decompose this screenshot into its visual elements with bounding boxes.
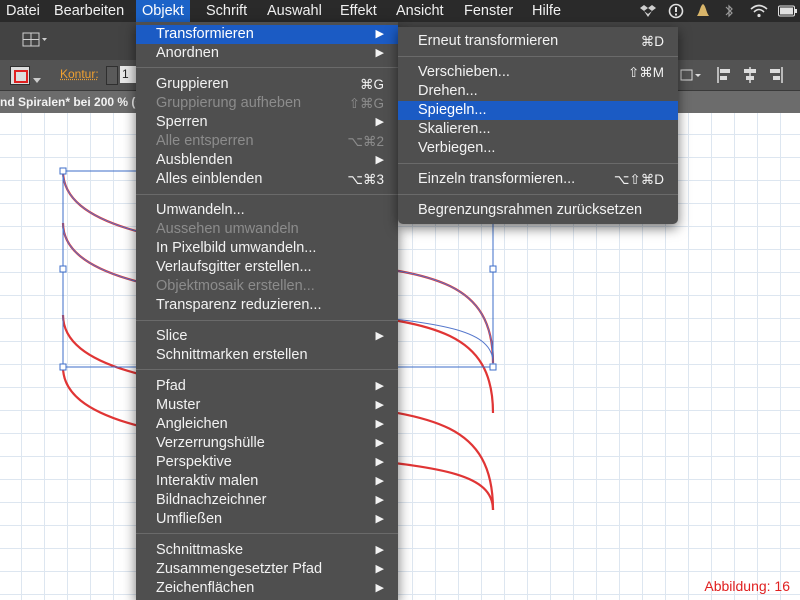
kontur-value[interactable]: 1	[120, 66, 136, 83]
menu-separator	[136, 67, 398, 68]
submenu-arrow-icon: ▶	[375, 154, 384, 166]
menu-item-ausblenden[interactable]: Ausblenden ▶	[136, 151, 398, 170]
submenu-arrow-icon: ▶	[375, 563, 384, 575]
menu-item-slice[interactable]: Slice ▶	[136, 327, 398, 346]
menu-item-drehen[interactable]: Drehen...	[398, 82, 678, 101]
menu-item-schnittmaske[interactable]: Schnittmaske ▶	[136, 541, 398, 560]
menu-item-erneut-transformieren[interactable]: Erneut transformieren ⌘D	[398, 32, 678, 51]
menu-item-begrenzungsrahmen-zuruecksetzen[interactable]: Begrenzungsrahmen zurücksetzen	[398, 201, 678, 220]
menu-item-transparenz-reduzieren[interactable]: Transparenz reduzieren...	[136, 296, 398, 315]
menu-separator	[398, 194, 678, 195]
menu-item-skalieren[interactable]: Skalieren...	[398, 120, 678, 139]
menu-auswahl[interactable]: Auswahl	[261, 0, 328, 22]
submenu-arrow-icon: ▶	[375, 28, 384, 40]
submenu-arrow-icon: ▶	[375, 513, 384, 525]
menu-item-alle-entsperren[interactable]: Alle entsperren ⌥⌘2	[136, 132, 398, 151]
submenu-arrow-icon: ▶	[375, 116, 384, 128]
menu-item-pfad[interactable]: Pfad ▶	[136, 377, 398, 396]
selection-handle	[489, 363, 497, 371]
menu-item-verlaufsgitter-erstellen[interactable]: Verlaufsgitter erstellen...	[136, 258, 398, 277]
submenu-arrow-icon: ▶	[375, 399, 384, 411]
menu-datei[interactable]: Datei	[0, 0, 46, 22]
align-right-icon[interactable]	[768, 66, 784, 89]
menu-item-interaktiv-malen[interactable]: Interaktiv malen ▶	[136, 472, 398, 491]
menu-separator	[136, 320, 398, 321]
battery-icon[interactable]	[778, 0, 798, 22]
menu-fenster[interactable]: Fenster	[458, 0, 519, 22]
menu-item-gruppieren[interactable]: Gruppieren ⌘G	[136, 75, 398, 94]
menu-item-umfliessen[interactable]: Umfließen ▶	[136, 510, 398, 529]
workspace-layout-icon[interactable]	[22, 32, 48, 53]
menu-bar: Datei Bearbeiten Objekt Schrift Auswahl …	[0, 0, 800, 22]
submenu-arrow-icon: ▶	[375, 437, 384, 449]
align-left-icon[interactable]	[716, 66, 732, 89]
bluetooth-icon[interactable]	[724, 0, 734, 22]
menu-item-gruppierung-aufheben[interactable]: Gruppierung aufheben ⇧⌘G	[136, 94, 398, 113]
submenu-arrow-icon: ▶	[375, 330, 384, 342]
submenu-arrow-icon: ▶	[375, 456, 384, 468]
submenu-arrow-icon: ▶	[375, 418, 384, 430]
dropbox-icon[interactable]	[640, 0, 656, 22]
chevron-down-icon[interactable]	[33, 71, 41, 89]
menu-item-transformieren[interactable]: Transformieren ▶	[136, 25, 398, 44]
selection-handle	[59, 167, 67, 175]
submenu-arrow-icon: ▶	[375, 47, 384, 59]
menu-item-schnittmarken-erstellen[interactable]: Schnittmarken erstellen	[136, 346, 398, 365]
menu-item-sperren[interactable]: Sperren ▶	[136, 113, 398, 132]
menu-item-anordnen[interactable]: Anordnen ▶	[136, 44, 398, 63]
menu-separator	[136, 533, 398, 534]
menu-item-bildnachzeichner[interactable]: Bildnachzeichner ▶	[136, 491, 398, 510]
menu-separator	[136, 369, 398, 370]
figure-caption: Abbildung: 16	[704, 578, 790, 594]
menu-item-einzeln-transformieren[interactable]: Einzeln transformieren... ⌥⇧⌘D	[398, 170, 678, 189]
selection-handle	[59, 265, 67, 273]
menu-effekt[interactable]: Effekt	[334, 0, 383, 22]
menu-item-zeichenflaechen[interactable]: Zeichenflächen ▶	[136, 579, 398, 598]
kontur-stepper[interactable]	[106, 66, 118, 85]
kontur-label[interactable]: Kontur:	[60, 67, 99, 81]
menu-item-muster[interactable]: Muster ▶	[136, 396, 398, 415]
menu-item-objektmosaik-erstellen[interactable]: Objektmosaik erstellen...	[136, 277, 398, 296]
menu-separator	[136, 194, 398, 195]
transform-options-icon[interactable]	[680, 67, 702, 88]
submenu-arrow-icon: ▶	[375, 380, 384, 392]
align-center-icon[interactable]	[742, 66, 758, 89]
menu-separator	[398, 56, 678, 57]
submenu-arrow-icon: ▶	[375, 544, 384, 556]
submenu-arrow-icon: ▶	[375, 475, 384, 487]
menu-item-alles-einblenden[interactable]: Alles einblenden ⌥⌘3	[136, 170, 398, 189]
menu-item-spiegeln[interactable]: Spiegeln...	[398, 101, 678, 120]
menu-hilfe[interactable]: Hilfe	[526, 0, 567, 22]
menu-item-in-pixelbild-umwandeln[interactable]: In Pixelbild umwandeln...	[136, 239, 398, 258]
menu-item-umwandeln[interactable]: Umwandeln...	[136, 201, 398, 220]
submenu-arrow-icon: ▶	[375, 494, 384, 506]
bell-icon[interactable]	[696, 0, 710, 22]
menu-objekt[interactable]: Objekt	[136, 0, 190, 22]
menu-item-verbiegen[interactable]: Verbiegen...	[398, 139, 678, 158]
menu-ansicht[interactable]: Ansicht	[390, 0, 450, 22]
objekt-menu: Transformieren ▶ Anordnen ▶ Gruppieren ⌘G G…	[136, 22, 398, 600]
menu-item-aussehen-umwandeln[interactable]: Aussehen umwandeln	[136, 220, 398, 239]
transformieren-submenu: Erneut transformieren ⌘D Verschieben... ⇧⌘…	[398, 27, 678, 224]
menu-item-verzerrungshuelle[interactable]: Verzerrungshülle ▶	[136, 434, 398, 453]
menu-separator	[398, 163, 678, 164]
alert-icon[interactable]	[668, 0, 684, 22]
menu-item-verschieben[interactable]: Verschieben... ⇧⌘M	[398, 63, 678, 82]
menu-item-zusammengesetzter-pfad[interactable]: Zusammengesetzter Pfad ▶	[136, 560, 398, 579]
selection-handle	[59, 363, 67, 371]
wifi-icon[interactable]	[750, 0, 768, 22]
menu-item-perspektive[interactable]: Perspektive ▶	[136, 453, 398, 472]
document-title: nd Spiralen* bei 200 % (C	[0, 95, 145, 109]
menu-bearbeiten[interactable]: Bearbeiten	[48, 0, 130, 22]
menu-schrift[interactable]: Schrift	[200, 0, 253, 22]
selection-handle	[489, 265, 497, 273]
submenu-arrow-icon: ▶	[375, 582, 384, 594]
menu-item-angleichen[interactable]: Angleichen ▶	[136, 415, 398, 434]
stroke-color-swatch[interactable]	[10, 66, 30, 85]
